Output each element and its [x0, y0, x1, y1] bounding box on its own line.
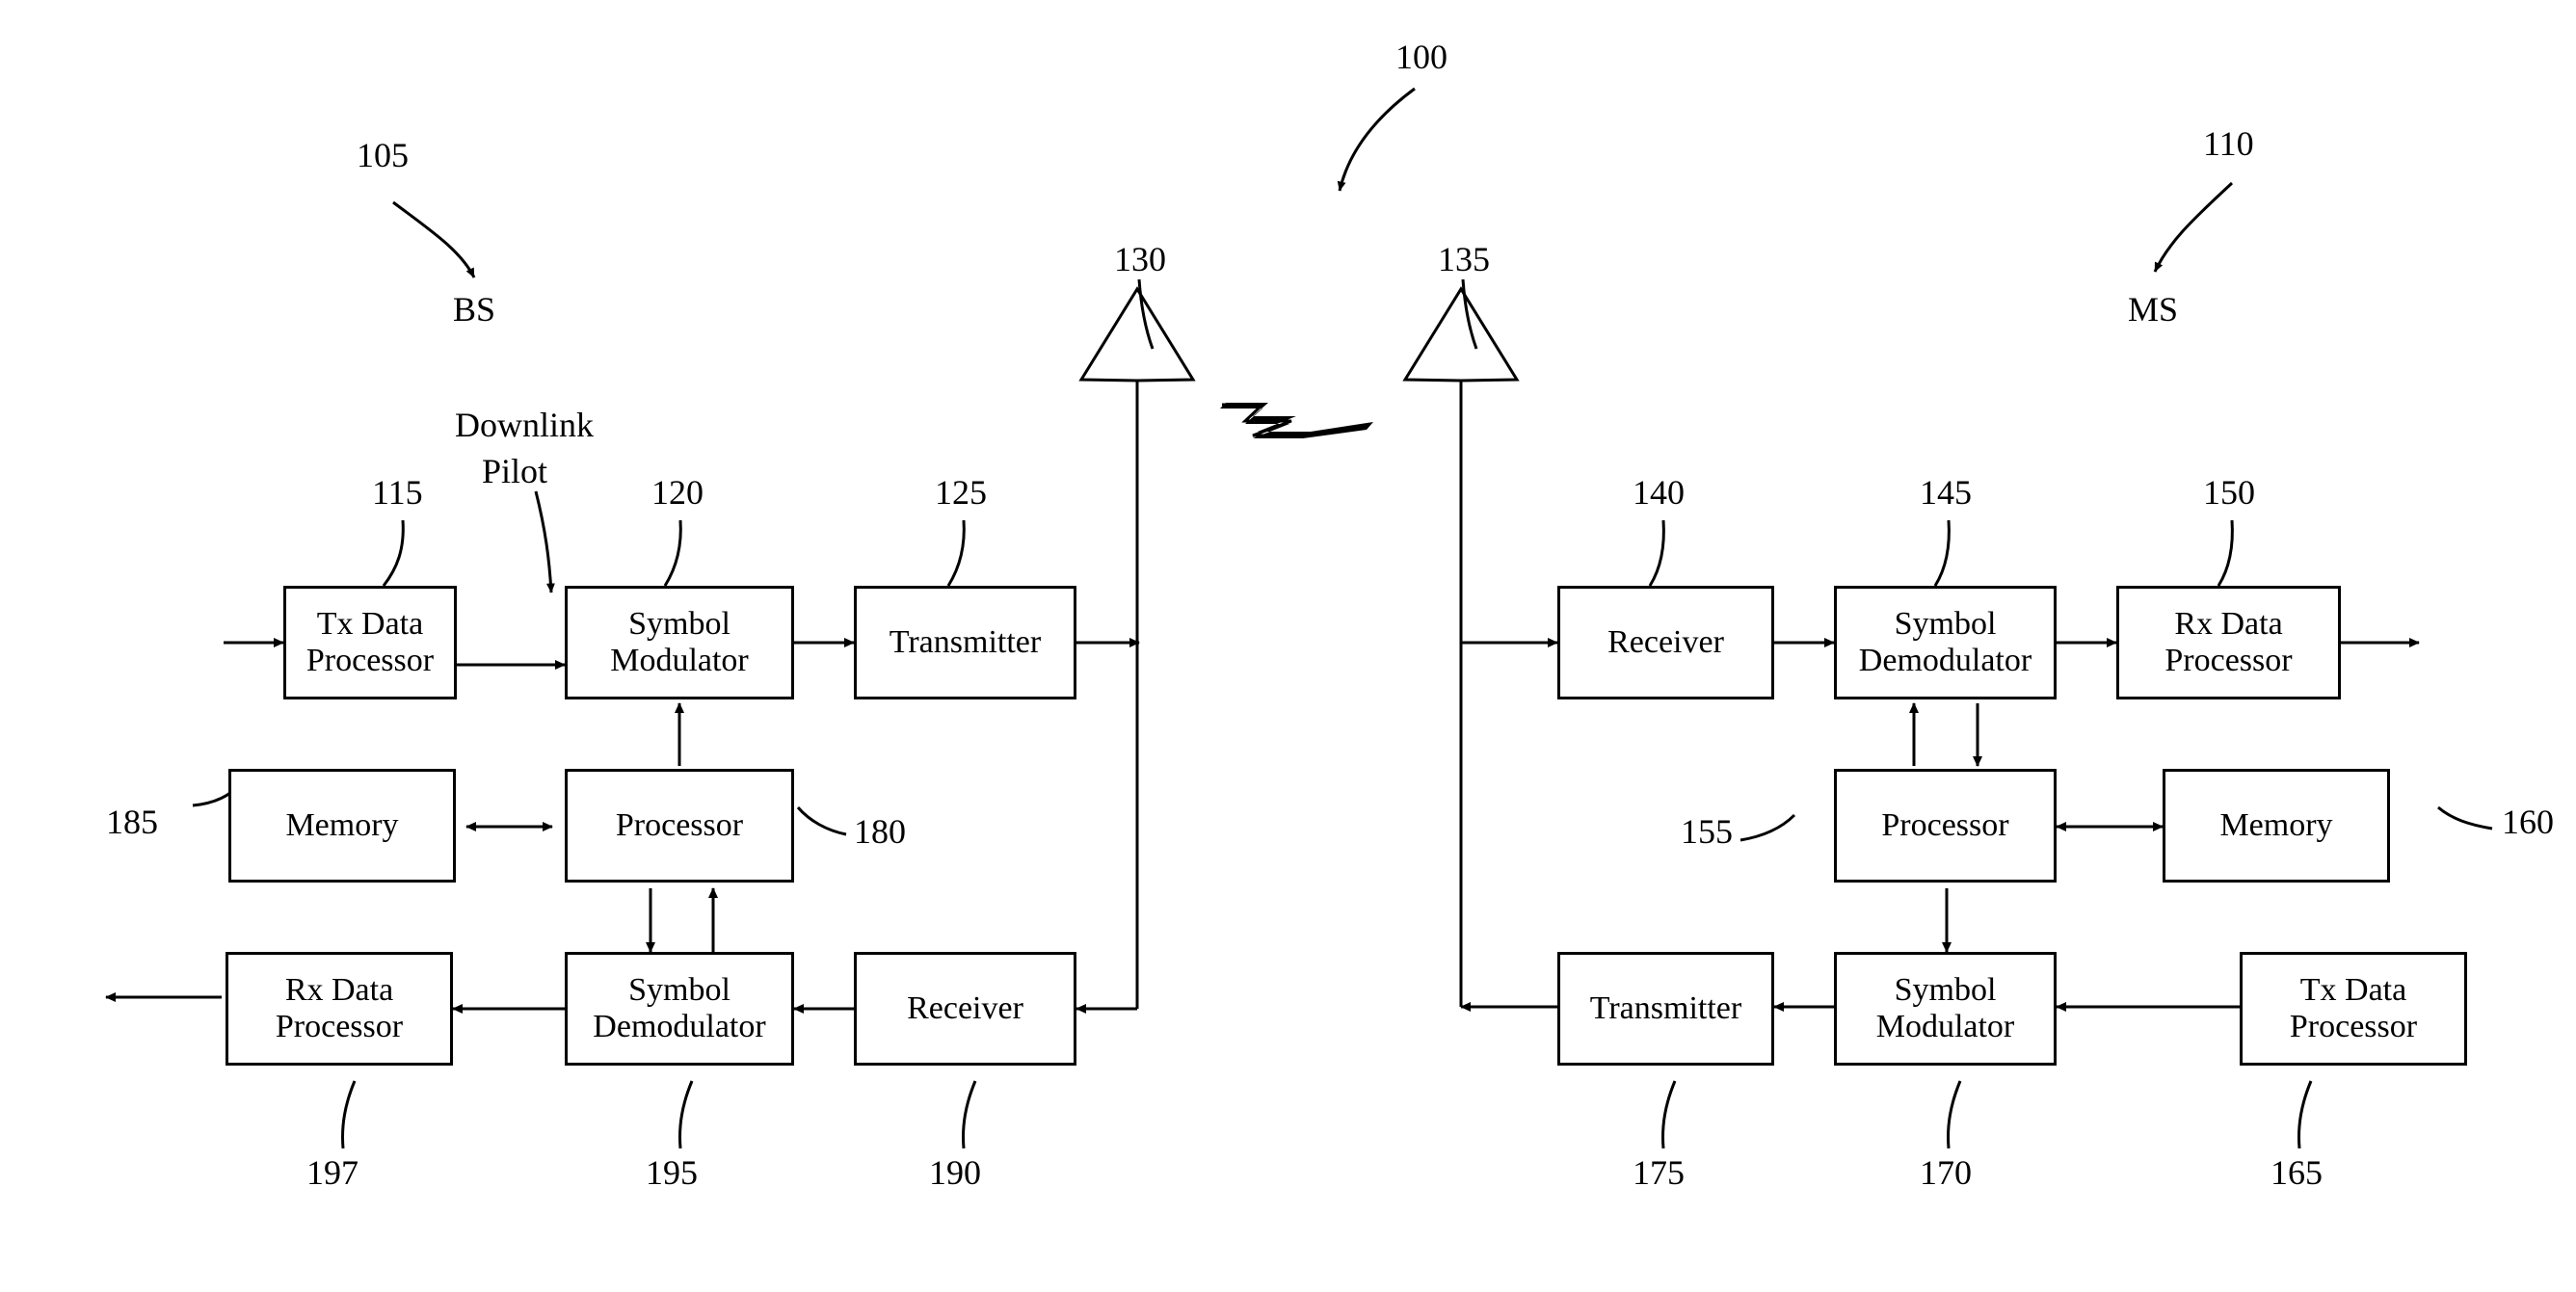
ref-145: 145 [1920, 473, 1972, 512]
ref-180: 180 [854, 812, 906, 851]
ms-rx-data-processor-line2: Processor [2164, 643, 2293, 678]
ref-190: 190 [929, 1153, 981, 1192]
ref-197: 197 [306, 1153, 359, 1192]
ms-block-symbol-demodulator[interactable]: Symbol Demodulator [1834, 586, 2057, 699]
ref-175: 175 [1633, 1153, 1685, 1192]
label-bs: BS [453, 290, 496, 329]
ref-105: 105 [357, 136, 409, 174]
ref-160: 160 [2502, 803, 2554, 841]
ref-120: 120 [651, 473, 704, 512]
ms-block-rx-data-processor[interactable]: Rx Data Processor [2116, 586, 2341, 699]
ref-140: 140 [1633, 473, 1685, 512]
ms-block-receiver[interactable]: Receiver [1557, 586, 1774, 699]
bs-processor-line1: Processor [615, 806, 744, 843]
ms-symbol-modulator-line1: Symbol [1894, 971, 1997, 1008]
bs-tx-data-processor-line1: Tx Data [316, 605, 424, 642]
label-downlink-pilot-line1: Downlink [455, 406, 594, 444]
ref-135: 135 [1438, 240, 1490, 278]
bs-rx-data-processor-line1: Rx Data [284, 971, 394, 1008]
bs-block-transmitter[interactable]: Transmitter [854, 586, 1076, 699]
ref-110: 110 [2203, 124, 2254, 163]
bs-symbol-modulator-line2: Modulator [610, 643, 749, 678]
ms-symbol-demodulator-line1: Symbol [1894, 605, 1997, 642]
label-ms: MS [2128, 290, 2179, 329]
ms-block-tx-data-processor[interactable]: Tx Data Processor [2240, 952, 2467, 1066]
ref-170: 170 [1920, 1153, 1972, 1192]
ref-185: 185 [106, 803, 158, 841]
ms-rx-data-processor-line1: Rx Data [2174, 605, 2283, 642]
bs-memory-line1: Memory [285, 806, 399, 843]
ref-100: 100 [1395, 38, 1447, 76]
ref-125: 125 [935, 473, 987, 512]
bs-tx-data-processor-line2: Processor [305, 643, 435, 678]
ms-tx-data-processor-line1: Tx Data [2299, 971, 2407, 1008]
ms-tx-data-processor-line2: Processor [2289, 1009, 2418, 1044]
bs-block-symbol-modulator[interactable]: Symbol Modulator [565, 586, 794, 699]
bs-block-tx-data-processor[interactable]: Tx Data Processor [283, 586, 457, 699]
ms-symbol-demodulator-line2: Demodulator [1858, 643, 2032, 678]
ref-195: 195 [646, 1153, 698, 1192]
ms-block-symbol-modulator[interactable]: Symbol Modulator [1834, 952, 2057, 1066]
ms-block-memory[interactable]: Memory [2163, 769, 2390, 883]
ref-130: 130 [1114, 240, 1166, 278]
bs-receiver-line1: Receiver [907, 989, 1023, 1026]
bs-rx-data-processor-line2: Processor [275, 1009, 404, 1044]
bs-symbol-demodulator-line2: Demodulator [593, 1009, 766, 1044]
ref-115: 115 [372, 473, 423, 512]
ms-symbol-modulator-line2: Modulator [1875, 1009, 2015, 1044]
bs-block-symbol-demodulator[interactable]: Symbol Demodulator [565, 952, 794, 1066]
ms-block-processor[interactable]: Processor [1834, 769, 2057, 883]
figure-canvas: 105 BS 100 110 MS Downlink Pilot 130 135… [0, 0, 2576, 1292]
bs-transmitter-line1: Transmitter [889, 623, 1042, 660]
ms-memory-line1: Memory [2219, 806, 2333, 843]
label-downlink-pilot-line2: Pilot [482, 452, 548, 490]
bs-block-receiver[interactable]: Receiver [854, 952, 1076, 1066]
bs-block-processor[interactable]: Processor [565, 769, 794, 883]
ms-transmitter-line1: Transmitter [1589, 989, 1742, 1026]
bs-symbol-demodulator-line1: Symbol [628, 971, 730, 1008]
bs-block-memory[interactable]: Memory [228, 769, 456, 883]
ref-155: 155 [1681, 812, 1733, 851]
bs-symbol-modulator-line1: Symbol [628, 605, 730, 642]
ref-165: 165 [2271, 1153, 2323, 1192]
ms-processor-line1: Processor [1881, 806, 2009, 843]
ref-150: 150 [2203, 473, 2255, 512]
bs-block-rx-data-processor[interactable]: Rx Data Processor [226, 952, 453, 1066]
ms-block-transmitter[interactable]: Transmitter [1557, 952, 1774, 1066]
ms-receiver-line1: Receiver [1607, 623, 1724, 660]
